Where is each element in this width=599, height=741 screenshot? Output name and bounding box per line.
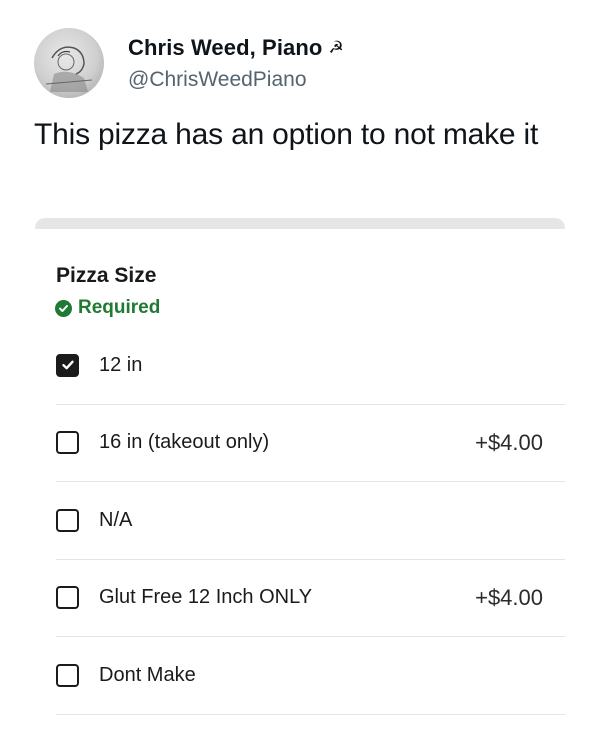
tweet-text: This pizza has an option to not make it bbox=[34, 118, 539, 151]
option-label: Dont Make bbox=[99, 663, 196, 686]
user-handle[interactable]: @ChrisWeedPiano bbox=[128, 68, 344, 92]
option-price: +$4.00 bbox=[475, 584, 543, 610]
option-label: Glut Free 12 Inch ONLY bbox=[99, 586, 313, 609]
option-price: +$4.00 bbox=[475, 429, 543, 455]
option-label: 16 in (takeout only) bbox=[99, 431, 270, 454]
checkbox[interactable] bbox=[56, 431, 79, 455]
display-name-row: Chris Weed, Piano ☭ bbox=[128, 35, 344, 61]
option-row[interactable]: N/A bbox=[56, 482, 565, 560]
required-label: Required bbox=[78, 297, 161, 318]
option-label: N/A bbox=[99, 508, 133, 531]
checkbox[interactable] bbox=[56, 508, 79, 532]
option-list: 12 in 16 in (takeout only) +$4.00 N/A Gl… bbox=[56, 327, 565, 715]
checkbox[interactable] bbox=[56, 663, 79, 687]
display-name[interactable]: Chris Weed, Piano bbox=[128, 35, 322, 61]
option-row[interactable]: 12 in bbox=[56, 327, 565, 405]
avatar[interactable] bbox=[34, 28, 104, 98]
user-names: Chris Weed, Piano ☭ @ChrisWeedPiano bbox=[128, 35, 344, 92]
checkbox-checked[interactable] bbox=[56, 353, 79, 377]
avatar-sketch-icon bbox=[45, 46, 93, 92]
option-row[interactable]: Dont Make bbox=[56, 637, 565, 715]
checkmark-icon bbox=[61, 360, 74, 370]
card-divider bbox=[35, 229, 565, 235]
hammer-and-sickle-icon: ☭ bbox=[328, 38, 344, 57]
required-badge: Required bbox=[55, 297, 160, 319]
checkbox[interactable] bbox=[56, 586, 79, 610]
section-title: Pizza Size bbox=[56, 264, 157, 287]
tweet-header: Chris Weed, Piano ☭ @ChrisWeedPiano bbox=[34, 28, 344, 98]
page: Chris Weed, Piano ☭ @ChrisWeedPiano This… bbox=[0, 0, 599, 741]
option-row[interactable]: 16 in (takeout only) +$4.00 bbox=[56, 405, 565, 482]
check-circle-icon bbox=[55, 299, 72, 317]
option-label: 12 in bbox=[99, 353, 143, 376]
option-row[interactable]: Glut Free 12 Inch ONLY +$4.00 bbox=[56, 560, 565, 637]
